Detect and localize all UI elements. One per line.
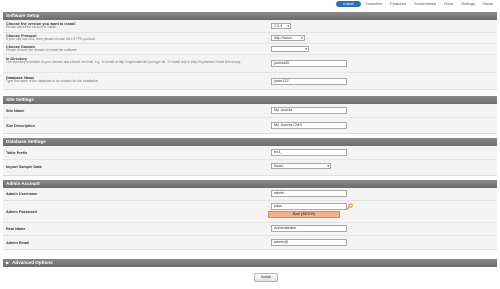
admin-email-input[interactable]: admin@ bbox=[271, 239, 347, 246]
admin-password-label: Admin Password bbox=[6, 210, 37, 214]
advanced-options-toggle[interactable]: ▶ Advanced Options bbox=[3, 259, 497, 267]
real-name-input[interactable]: Administrator bbox=[271, 225, 347, 232]
sample-data-select[interactable]: None ▾ bbox=[271, 163, 331, 169]
sample-data-value: None bbox=[274, 164, 284, 168]
tab-overview[interactable]: Overview bbox=[363, 1, 386, 7]
admin-username-label: Admin Username bbox=[6, 192, 38, 196]
site-description-input[interactable]: My Joomla CMS bbox=[271, 122, 347, 129]
admin-password-input[interactable]: pass bbox=[271, 203, 347, 210]
section-site-settings: Site Name My Joomla Site Description My … bbox=[3, 104, 497, 134]
site-description-row: Site Description My Joomla CMS bbox=[3, 118, 497, 134]
admin-username-row: Admin Username admin bbox=[3, 188, 497, 201]
site-name-row: Site Name My Joomla bbox=[3, 104, 497, 118]
protocol-select[interactable]: http://www. ▾ bbox=[271, 35, 305, 41]
tab-docs[interactable]: Docs bbox=[441, 1, 456, 7]
section-site-settings-header: Site Settings bbox=[3, 96, 497, 104]
admin-email-label: Admin Email bbox=[6, 241, 29, 245]
version-row: Choose the version you want to install P… bbox=[3, 20, 497, 33]
table-prefix-row: Table Prefix tm3_ bbox=[3, 146, 497, 160]
sample-data-label: Import Sample Data bbox=[6, 165, 42, 169]
directory-row: In Directory The directory is relative t… bbox=[3, 55, 497, 73]
admin-username-input[interactable]: admin bbox=[271, 190, 347, 197]
domain-row: Choose Domain Please choose the domain t… bbox=[3, 44, 497, 55]
chevron-down-icon: ▾ bbox=[287, 24, 289, 28]
installer-page: Install Overview Features Screenshots Do… bbox=[0, 0, 500, 289]
protocol-help: If your site has SSL, then please choose… bbox=[6, 37, 96, 41]
directory-input[interactable]: joomla30 bbox=[271, 60, 347, 67]
database-name-input[interactable]: joom122 bbox=[271, 78, 347, 85]
section-software-setup-header: Software Setup bbox=[3, 12, 497, 20]
tab-news[interactable]: News bbox=[480, 1, 496, 7]
version-select[interactable]: 2.5.4 ▾ bbox=[271, 23, 291, 29]
version-help: Please select the version to install. bbox=[6, 25, 57, 29]
table-prefix-label: Table Prefix bbox=[6, 151, 28, 155]
sample-data-row: Import Sample Data None ▾ bbox=[3, 160, 497, 176]
top-nav: Install Overview Features Screenshots Do… bbox=[336, 0, 496, 7]
database-name-row: Database Name Type the name of the datab… bbox=[3, 73, 497, 90]
tab-features[interactable]: Features bbox=[387, 1, 409, 7]
domain-help: Please choose the domain to install the … bbox=[6, 48, 78, 52]
admin-password-row: Admin Password pass bbox=[3, 201, 497, 223]
site-description-label: Site Description bbox=[6, 124, 35, 128]
key-icon[interactable] bbox=[346, 203, 353, 210]
install-button[interactable]: Install bbox=[254, 273, 278, 282]
database-name-help: Type the name of the database to be crea… bbox=[6, 79, 99, 83]
section-database-settings-header: Database Settings bbox=[3, 138, 497, 146]
version-value: 2.5.4 bbox=[274, 24, 283, 28]
tab-ratings[interactable]: Ratings bbox=[458, 1, 478, 7]
advanced-options-label: Advanced Options bbox=[12, 260, 53, 265]
real-name-row: Real Name Administrator bbox=[3, 223, 497, 236]
site-name-input[interactable]: My Joomla bbox=[271, 107, 347, 114]
chevron-down-icon: ▾ bbox=[301, 36, 303, 40]
real-name-label: Real Name bbox=[6, 227, 26, 231]
section-database-settings: Table Prefix tm3_ Import Sample Data Non… bbox=[3, 146, 497, 176]
table-prefix-input[interactable]: tm3_ bbox=[271, 149, 347, 156]
section-software-setup: Choose the version you want to install P… bbox=[3, 20, 497, 90]
admin-email-row: Admin Email admin@ bbox=[3, 236, 497, 250]
chevron-down-icon: ▾ bbox=[305, 47, 307, 51]
section-admin-account-header: Admin Account bbox=[3, 180, 497, 188]
tab-install[interactable]: Install bbox=[336, 0, 361, 7]
chevron-down-icon: ▾ bbox=[327, 164, 329, 168]
protocol-value: http://www. bbox=[274, 36, 293, 40]
triangle-right-icon: ▶ bbox=[6, 260, 10, 265]
directory-help: The directory is relative to your domain… bbox=[6, 60, 241, 64]
tab-screenshots[interactable]: Screenshots bbox=[411, 1, 439, 7]
password-strength-meter: Bad (38/100) bbox=[268, 211, 340, 218]
protocol-row: Choose Protocol If your site has SSL, th… bbox=[3, 33, 497, 44]
domain-select[interactable]: ▾ bbox=[271, 46, 309, 52]
section-admin-account: Admin Username admin Admin Password pass… bbox=[3, 188, 497, 250]
site-name-label: Site Name bbox=[6, 109, 25, 113]
